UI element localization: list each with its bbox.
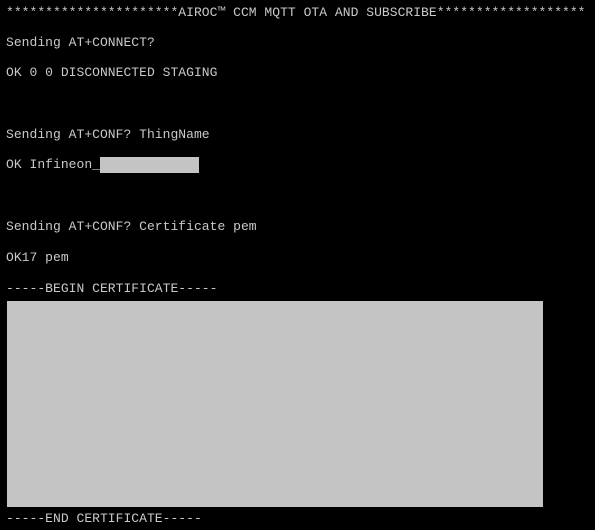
terminal-line-ok-infineon-thingname: OK Infineon_ [6,157,199,173]
terminal-line-end-certificate: -----END CERTIFICATE----- [6,511,202,526]
terminal-console[interactable]: **********************AIROC™ CCM MQTT OT… [0,0,595,530]
terminal-thingname-prefix: OK Infineon_ [6,157,100,172]
redacted-thingname-value [99,157,199,173]
terminal-banner-line: **********************AIROC™ CCM MQTT OT… [6,5,586,20]
terminal-line-sending-at-connect: Sending AT+CONNECT? [6,35,155,50]
terminal-line-ok-disconnected-staging: OK 0 0 DISCONNECTED STAGING [6,65,218,80]
redacted-certificate-body [7,301,543,507]
terminal-line-sending-at-conf-thingname: Sending AT+CONF? ThingName [6,127,210,142]
terminal-line-begin-certificate: -----BEGIN CERTIFICATE----- [6,281,218,296]
terminal-line-ok17-pem: OK17 pem [6,250,69,265]
terminal-line-sending-at-conf-certificate-pem: Sending AT+CONF? Certificate pem [6,219,257,234]
